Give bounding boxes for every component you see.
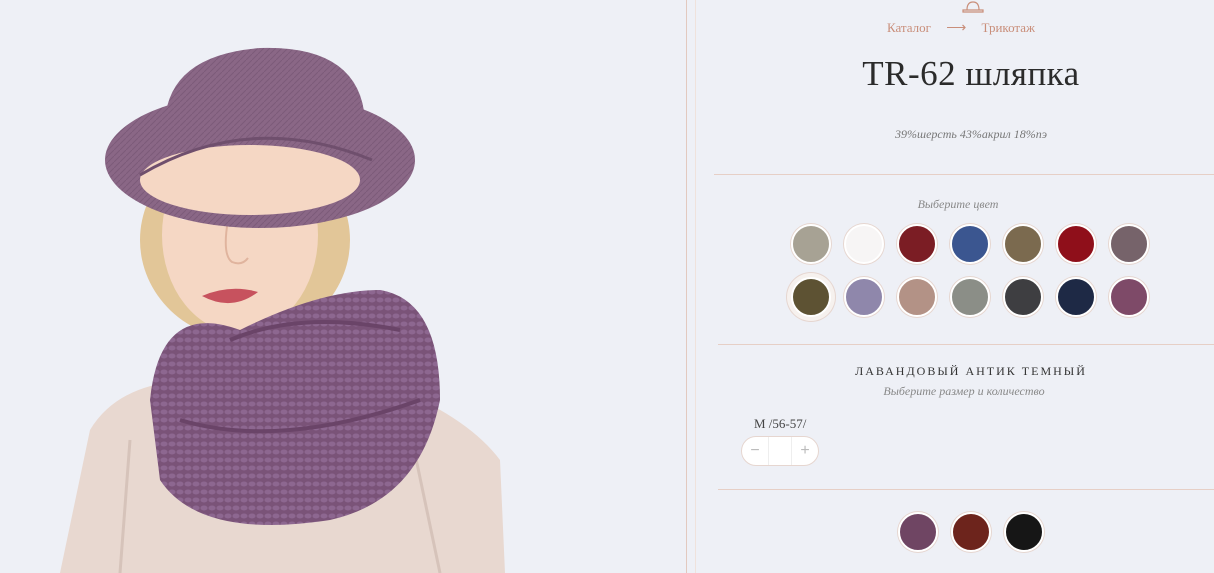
divider xyxy=(718,489,1214,490)
quantity-stepper: − + xyxy=(741,436,819,466)
plus-button[interactable]: + xyxy=(792,442,818,460)
color-swatch[interactable] xyxy=(950,277,990,317)
divider-line-inner xyxy=(695,0,696,573)
color-prompt: Выберите цвет xyxy=(917,197,999,211)
color-swatch[interactable] xyxy=(791,224,831,264)
color-swatch[interactable] xyxy=(1003,224,1043,264)
color-swatch[interactable] xyxy=(844,224,884,264)
hat-icon xyxy=(962,1,984,13)
color-swatch[interactable] xyxy=(1056,277,1096,317)
breadcrumb: Каталог ⟶ Трикотаж xyxy=(700,20,1214,37)
color-swatch[interactable] xyxy=(1109,277,1149,317)
color-swatch[interactable] xyxy=(1003,277,1043,317)
color-swatch[interactable] xyxy=(791,277,831,317)
related-product-swatch[interactable] xyxy=(898,512,938,552)
color-swatch[interactable] xyxy=(950,224,990,264)
product-info-panel: Каталог ⟶ Трикотаж TR-62 шляпка 39%шерст… xyxy=(700,0,1214,573)
breadcrumb-section[interactable]: Трикотаж xyxy=(982,20,1035,36)
color-swatch[interactable] xyxy=(1056,224,1096,264)
breadcrumb-catalog[interactable]: Каталог xyxy=(887,20,931,36)
product-composition: 39%шерсть 43%акрил 18%пэ xyxy=(895,127,1047,141)
quantity-input[interactable] xyxy=(768,437,792,465)
color-swatch[interactable] xyxy=(1109,224,1149,264)
selected-color-name: ЛАВАНДОВЫЙ АНТИК ТЕМНЫЙ xyxy=(855,364,1087,378)
minus-button[interactable]: − xyxy=(742,442,768,460)
arrow-icon: ⟶ xyxy=(946,21,967,36)
divider xyxy=(714,174,1214,175)
size-prompt: Выберите размер и количество xyxy=(883,384,1045,398)
color-swatch[interactable] xyxy=(844,277,884,317)
related-product-swatch[interactable] xyxy=(1004,512,1044,552)
divider xyxy=(718,344,1214,345)
color-swatch[interactable] xyxy=(897,277,937,317)
color-swatch[interactable] xyxy=(897,224,937,264)
related-product-swatch[interactable] xyxy=(951,512,991,552)
product-title: TR-62 шляпка xyxy=(862,54,1080,93)
size-label: M /56-57/ xyxy=(754,416,807,431)
divider-line xyxy=(686,0,687,573)
product-photo xyxy=(0,0,686,573)
model-illustration xyxy=(60,47,505,573)
